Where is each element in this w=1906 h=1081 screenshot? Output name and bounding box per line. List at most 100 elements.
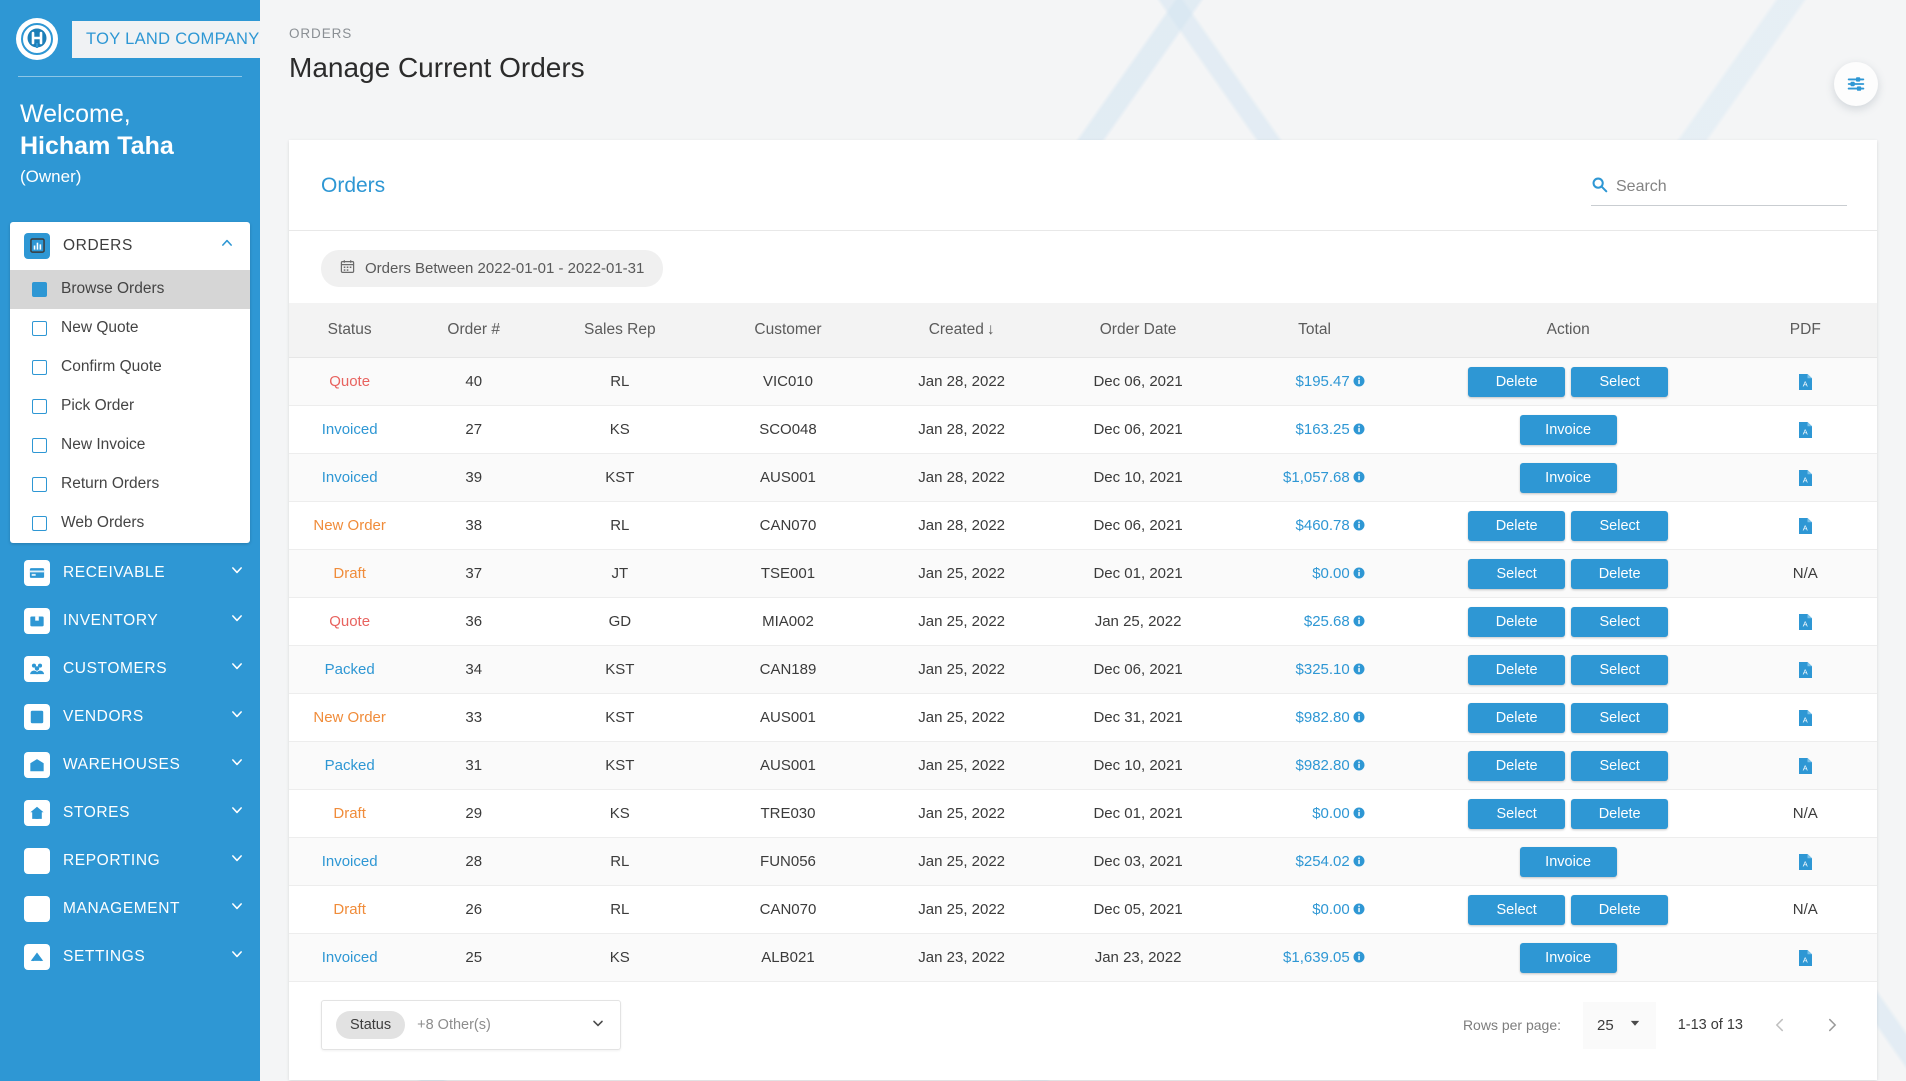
table-row[interactable]: Quote 36 GD MIA002 Jan 25, 2022 Jan 25, 2022 $… [289, 597, 1877, 646]
checkbox-icon[interactable] [32, 476, 47, 492]
sidebar-group-header-stores[interactable]: STORES [0, 789, 260, 837]
info-icon[interactable] [1353, 902, 1365, 919]
sidebar-item-new-invoice[interactable]: New Invoice [10, 426, 250, 465]
checkbox-icon[interactable] [32, 359, 47, 375]
sidebar-item-web-orders[interactable]: Web Orders [10, 504, 250, 543]
invoice-button[interactable]: Invoice [1519, 846, 1617, 877]
pdf-icon[interactable]: A [1798, 612, 1813, 630]
table-row[interactable]: New Order 38 RL CAN070 Jan 28, 2022 Dec 06, 2… [289, 501, 1877, 550]
chevron-right-icon[interactable] [1817, 1010, 1847, 1040]
table-row[interactable]: Quote 40 RL VIC010 Jan 28, 2022 Dec 06, 2021 $… [289, 357, 1877, 406]
sidebar-group-header-settings[interactable]: SETTINGS [0, 933, 260, 981]
table-row[interactable]: Draft 29 KS TRE030 Jan 25, 2022 Dec 01, 2021 $… [289, 789, 1877, 838]
sidebar-item-new-quote[interactable]: New Quote [10, 309, 250, 348]
status-filter-select[interactable]: Status +8 Other(s) [321, 1000, 621, 1050]
table-row[interactable]: Packed 34 KST CAN189 Jan 25, 2022 Dec 06, 202… [289, 645, 1877, 694]
checkbox-icon[interactable] [32, 398, 47, 414]
delete-button[interactable]: Delete [1571, 894, 1669, 925]
info-icon[interactable] [1353, 470, 1365, 487]
info-icon[interactable] [1353, 758, 1365, 775]
column-header-customer[interactable]: Customer [702, 303, 874, 358]
checkbox-icon[interactable] [32, 320, 47, 336]
sidebar-group-header-orders[interactable]: ORDERS [10, 222, 250, 270]
sliders-filter-icon[interactable] [1834, 62, 1878, 106]
select-button[interactable]: Select [1571, 702, 1669, 733]
sidebar-item-return-orders[interactable]: Return Orders [10, 465, 250, 504]
table-row[interactable]: Draft 37 JT TSE001 Jan 25, 2022 Dec 01, 2021 $… [289, 549, 1877, 598]
info-icon[interactable] [1353, 518, 1365, 535]
search-box[interactable] [1591, 176, 1847, 206]
invoice-button[interactable]: Invoice [1519, 414, 1617, 445]
table-row[interactable]: Invoiced 25 KS ALB021 Jan 23, 2022 Jan 23, 20… [289, 933, 1877, 982]
column-header-created[interactable]: Created ↓ [873, 303, 1050, 358]
checkbox-icon[interactable] [32, 281, 47, 297]
pdf-icon[interactable]: A [1798, 420, 1813, 438]
search-input[interactable] [1616, 178, 1847, 196]
info-icon[interactable] [1353, 710, 1365, 727]
rows-per-page-select[interactable]: 25 [1583, 1001, 1656, 1049]
table-row[interactable]: Invoiced 28 RL FUN056 Jan 25, 2022 Dec 03, 20… [289, 837, 1877, 886]
info-icon[interactable] [1353, 614, 1365, 631]
column-header-status[interactable]: Status [289, 303, 411, 358]
table-row[interactable]: New Order 33 KST AUS001 Jan 25, 2022 Dec 31, … [289, 693, 1877, 742]
pdf-icon[interactable]: A [1798, 516, 1813, 534]
pdf-icon[interactable]: A [1798, 948, 1813, 966]
table-row[interactable]: Invoiced 27 KS SCO048 Jan 28, 2022 Dec 06, 20… [289, 405, 1877, 454]
select-button[interactable]: Select [1571, 750, 1669, 781]
sidebar-group-header-customers[interactable]: CUSTOMERS [0, 645, 260, 693]
chevron-left-icon[interactable] [1765, 1010, 1795, 1040]
checkbox-icon[interactable] [32, 515, 47, 531]
sidebar-item-confirm-quote[interactable]: Confirm Quote [10, 348, 250, 387]
select-button[interactable]: Select [1468, 798, 1566, 829]
pdf-icon[interactable]: A [1798, 708, 1813, 726]
pdf-icon[interactable]: A [1798, 468, 1813, 486]
column-header-order-date[interactable]: Order Date [1049, 303, 1227, 358]
select-button[interactable]: Select [1571, 366, 1669, 397]
pdf-icon[interactable]: A [1798, 756, 1813, 774]
delete-button[interactable]: Delete [1468, 750, 1566, 781]
column-header-order[interactable]: Order # [410, 303, 538, 358]
delete-button[interactable]: Delete [1468, 366, 1566, 397]
table-row[interactable]: Invoiced 39 KST AUS001 Jan 28, 2022 Dec 10, 2… [289, 453, 1877, 502]
sidebar-group-header-vendors[interactable]: VENDORS [0, 693, 260, 741]
select-button[interactable]: Select [1468, 558, 1566, 589]
sidebar-group-header-inventory[interactable]: INVENTORY [0, 597, 260, 645]
select-button[interactable]: Select [1571, 510, 1669, 541]
delete-button[interactable]: Delete [1571, 798, 1669, 829]
sidebar-item-pick-order[interactable]: Pick Order [10, 387, 250, 426]
invoice-button[interactable]: Invoice [1519, 462, 1617, 493]
checkbox-icon[interactable] [32, 437, 47, 453]
sidebar-item-browse-orders[interactable]: Browse Orders [10, 269, 250, 309]
info-icon[interactable] [1353, 566, 1365, 583]
column-header-total[interactable]: Total [1226, 303, 1403, 358]
select-button[interactable]: Select [1571, 654, 1669, 685]
info-icon[interactable] [1353, 374, 1365, 391]
column-header-pdf[interactable]: PDF [1733, 303, 1877, 358]
invoice-button[interactable]: Invoice [1519, 942, 1617, 973]
info-icon[interactable] [1353, 422, 1365, 439]
date-range-chip[interactable]: Orders Between 2022-01-01 - 2022-01-31 [321, 250, 664, 287]
info-icon[interactable] [1353, 662, 1365, 679]
delete-button[interactable]: Delete [1468, 606, 1566, 637]
info-icon[interactable] [1353, 950, 1365, 967]
sidebar-group-header-reporting[interactable]: REPORTING [0, 837, 260, 885]
pdf-icon[interactable]: A [1798, 852, 1813, 870]
table-row[interactable]: Packed 31 KST AUS001 Jan 25, 2022 Dec 10, 202… [289, 741, 1877, 790]
select-button[interactable]: Select [1571, 606, 1669, 637]
column-header-sales-rep[interactable]: Sales Rep [537, 303, 703, 358]
brand-name[interactable]: TOY LAND COMPANY [72, 20, 260, 58]
delete-button[interactable]: Delete [1468, 654, 1566, 685]
pdf-icon[interactable]: A [1798, 372, 1813, 390]
select-button[interactable]: Select [1468, 894, 1566, 925]
pdf-icon[interactable]: A [1798, 660, 1813, 678]
sidebar-group-header-warehouses[interactable]: WAREHOUSES [0, 741, 260, 789]
delete-button[interactable]: Delete [1571, 558, 1669, 589]
info-icon[interactable] [1353, 806, 1365, 823]
delete-button[interactable]: Delete [1468, 510, 1566, 541]
sidebar-group-header-management[interactable]: MANAGEMENT [0, 885, 260, 933]
table-row[interactable]: Draft 26 RL CAN070 Jan 25, 2022 Dec 05, 2021 $… [289, 885, 1877, 934]
delete-button[interactable]: Delete [1468, 702, 1566, 733]
sidebar-group-header-receivable[interactable]: RECEIVABLE [0, 549, 260, 597]
info-icon[interactable] [1353, 854, 1365, 871]
column-header-action[interactable]: Action [1402, 303, 1734, 358]
